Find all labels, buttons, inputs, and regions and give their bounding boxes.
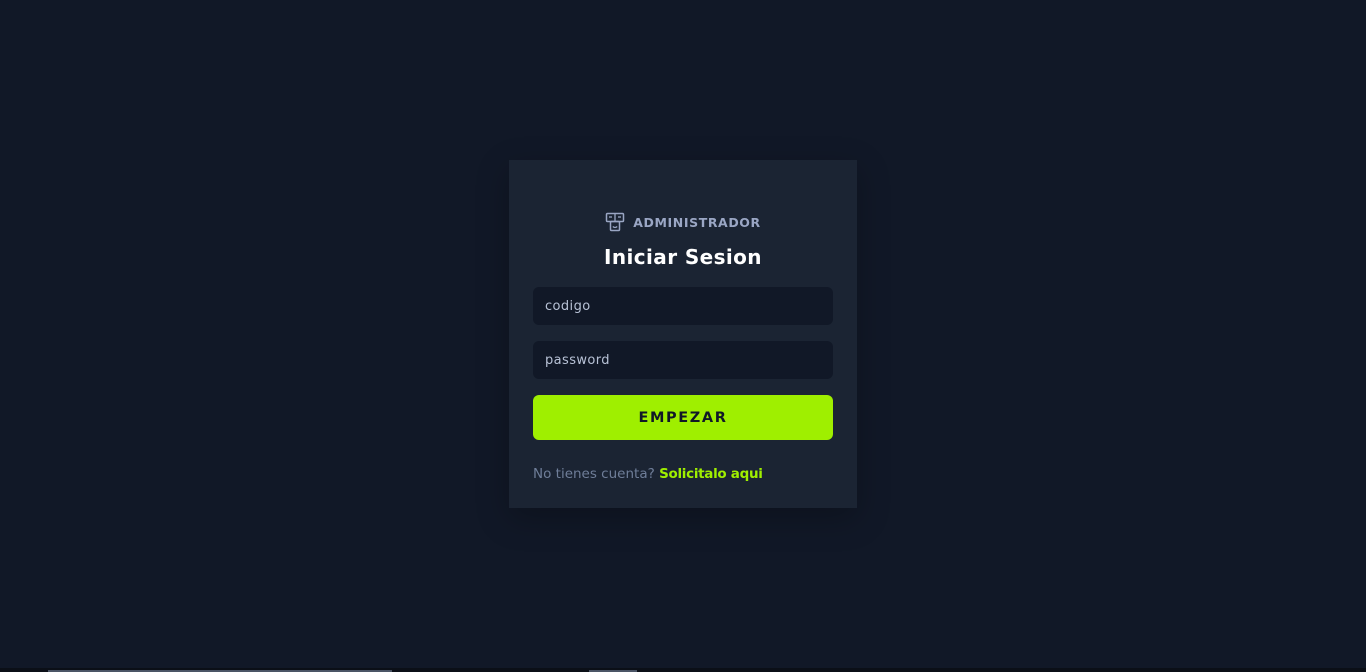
brand-label: ADMINISTRADOR — [633, 214, 761, 230]
signup-prompt-text: No tienes cuenta? — [533, 466, 655, 482]
brand: ADMINISTRADOR — [533, 212, 833, 232]
horizontal-scrollbar[interactable] — [0, 668, 1366, 672]
page-title: Iniciar Sesion — [604, 245, 762, 269]
start-button[interactable]: EMPEZAR — [533, 395, 833, 440]
signup-prompt: No tienes cuenta? Solicitalo aqui — [533, 466, 833, 482]
code-input[interactable] — [533, 287, 833, 325]
password-input[interactable] — [533, 341, 833, 379]
login-card: ADMINISTRADOR Iniciar Sesion EMPEZAR No … — [509, 160, 857, 508]
request-account-link[interactable]: Solicitalo aqui — [659, 466, 763, 482]
mask-faces-icon — [605, 212, 625, 232]
login-page: ADMINISTRADOR Iniciar Sesion EMPEZAR No … — [0, 0, 1366, 672]
